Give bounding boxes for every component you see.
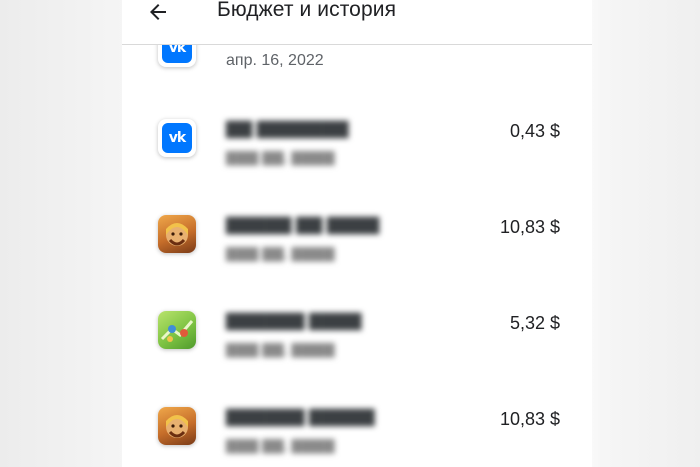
vk-logo: vk bbox=[162, 123, 192, 153]
list-item[interactable]: ▇▇▇▇▇ ▇▇ ▇▇▇▇ ▇▇▇ ▇▇, ▇▇▇▇ 10,83 $ bbox=[122, 195, 592, 291]
clash-of-clans-icon bbox=[158, 215, 196, 253]
purchase-list: vk апр. 16, 2022 vk ▇▇ ▇▇▇▇▇▇▇ ▇▇▇ ▇▇, ▇… bbox=[122, 29, 592, 467]
phone-screen: Бюджет и история vk апр. 16, 2022 vk ▇▇ … bbox=[122, 0, 592, 467]
page-title: Бюджет и история bbox=[217, 0, 397, 21]
app-name-blurred: ▇▇▇▇▇ ▇▇ ▇▇▇▇ bbox=[226, 215, 380, 234]
list-item[interactable]: ▇▇▇▇▇▇ ▇▇▇▇ ▇▇▇ ▇▇, ▇▇▇▇ 5,32 $ bbox=[122, 291, 592, 387]
purchase-date-blurred: ▇▇▇ ▇▇, ▇▇▇▇ bbox=[226, 341, 335, 357]
app-name-blurred: ▇▇ ▇▇▇▇▇▇▇ bbox=[226, 119, 349, 138]
green-game-art bbox=[160, 320, 194, 342]
list-item[interactable]: ▇▇▇▇▇▇ ▇▇▇▇▇ ▇▇▇ ▇▇, ▇▇▇▇ 10,83 $ bbox=[122, 387, 592, 467]
app-bar: Бюджет и история bbox=[122, 0, 592, 45]
screen: Бюджет и история vk апр. 16, 2022 vk ▇▇ … bbox=[0, 0, 700, 467]
purchase-date-blurred: ▇▇▇ ▇▇, ▇▇▇▇ bbox=[226, 437, 335, 453]
price: 0,43 $ bbox=[509, 121, 560, 141]
list-item[interactable]: vk ▇▇ ▇▇▇▇▇▇▇ ▇▇▇ ▇▇, ▇▇▇▇ 0,43 $ bbox=[122, 97, 592, 193]
purchase-date-blurred: ▇▇▇ ▇▇, ▇▇▇▇ bbox=[226, 149, 335, 165]
back-button[interactable] bbox=[142, 0, 174, 28]
price: 10,83 $ bbox=[499, 217, 560, 237]
purchase-date: апр. 16, 2022 bbox=[226, 52, 324, 69]
clash-of-clans-art bbox=[166, 415, 188, 438]
purchase-date-blurred: ▇▇▇ ▇▇, ▇▇▇▇ bbox=[226, 245, 335, 261]
clash-of-clans-icon bbox=[158, 407, 196, 445]
app-name-blurred: ▇▇▇▇▇▇ ▇▇▇▇ bbox=[226, 311, 362, 330]
price: 5,32 $ bbox=[509, 313, 560, 333]
arrow-back-icon bbox=[150, 4, 166, 20]
app-name-blurred: ▇▇▇▇▇▇ ▇▇▇▇▇ bbox=[226, 407, 375, 426]
vk-icon: vk bbox=[158, 119, 196, 157]
green-game-icon bbox=[158, 311, 196, 349]
clash-of-clans-art bbox=[166, 223, 188, 246]
price: 10,83 $ bbox=[499, 409, 560, 429]
